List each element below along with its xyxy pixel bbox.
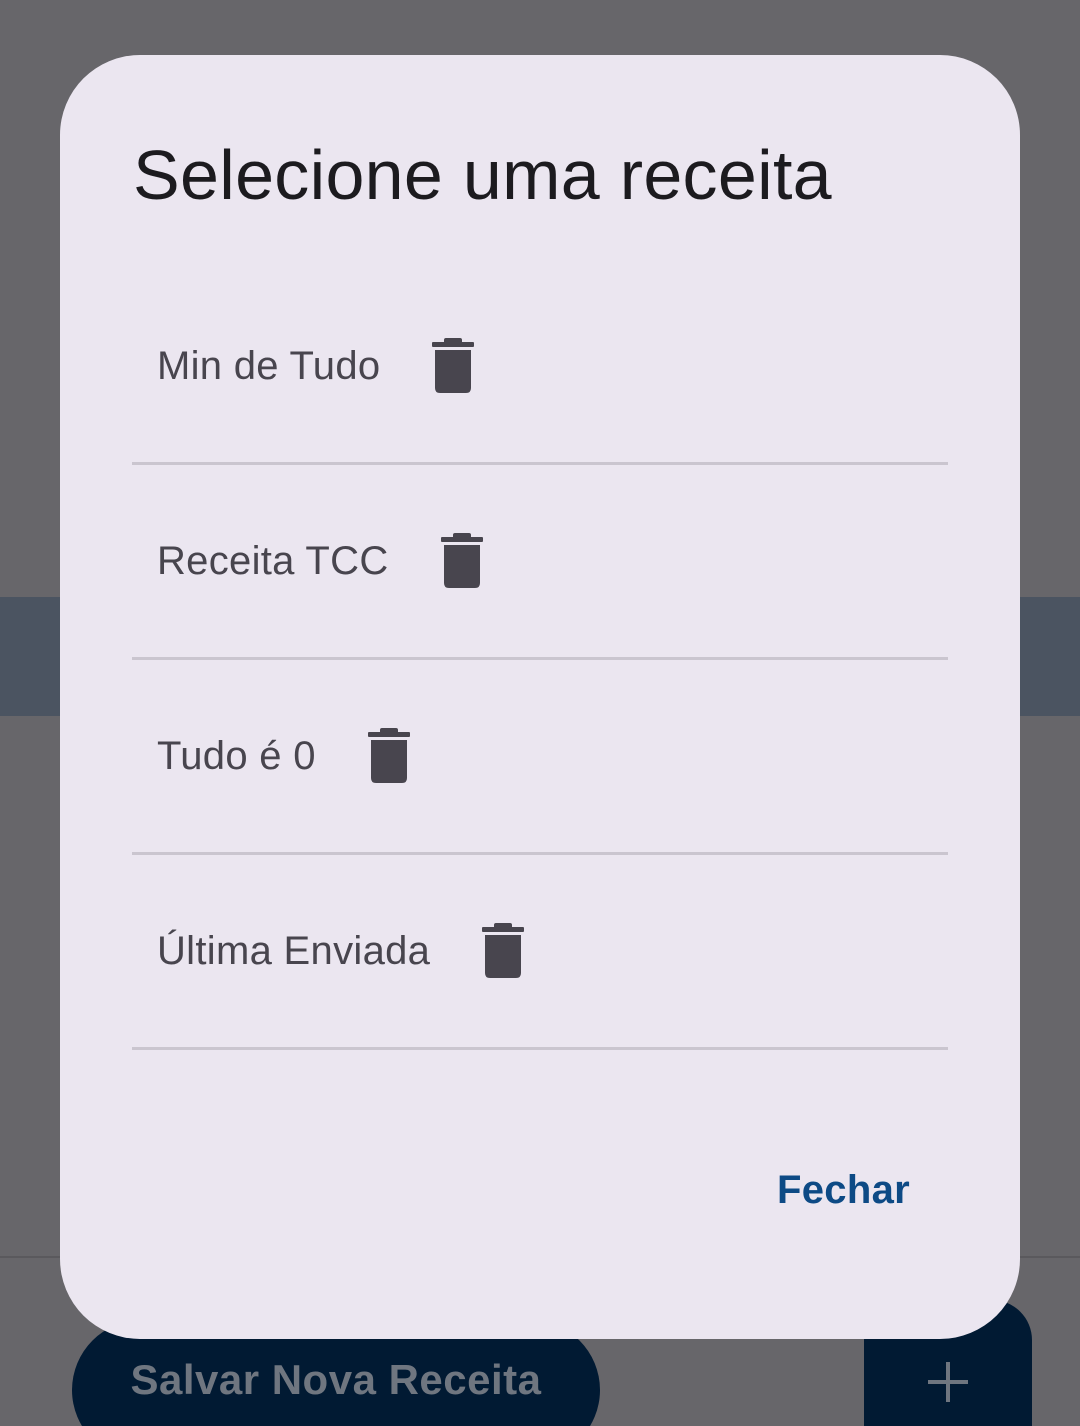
recipe-list-item[interactable]: Min de Tudo	[132, 270, 948, 465]
recipe-name: Min de Tudo	[157, 343, 381, 388]
recipe-list-item[interactable]: Receita TCC	[132, 465, 948, 660]
save-new-recipe-label: Salvar Nova Receita	[130, 1356, 542, 1403]
trash-icon[interactable]	[439, 532, 485, 590]
select-recipe-dialog: Selecione uma receita Min de Tudo Receit…	[60, 55, 1020, 1339]
recipe-list-item[interactable]: Tudo é 0	[132, 660, 948, 855]
recipe-name: Última Enviada	[157, 928, 431, 973]
dialog-title: Selecione uma receita	[133, 136, 832, 214]
recipe-list: Min de Tudo Receita TCC Tudo é 0 Última …	[132, 270, 948, 1050]
recipe-name: Tudo é 0	[157, 733, 316, 778]
trash-icon[interactable]	[366, 727, 412, 785]
trash-icon[interactable]	[480, 922, 526, 980]
close-button[interactable]: Fechar	[777, 1168, 910, 1213]
recipe-list-item[interactable]: Última Enviada	[132, 855, 948, 1050]
trash-icon[interactable]	[430, 337, 476, 395]
screen: Salvar Nova Receita Selecione uma receit…	[0, 0, 1080, 1426]
plus-icon	[926, 1360, 970, 1409]
recipe-name: Receita TCC	[157, 538, 389, 583]
